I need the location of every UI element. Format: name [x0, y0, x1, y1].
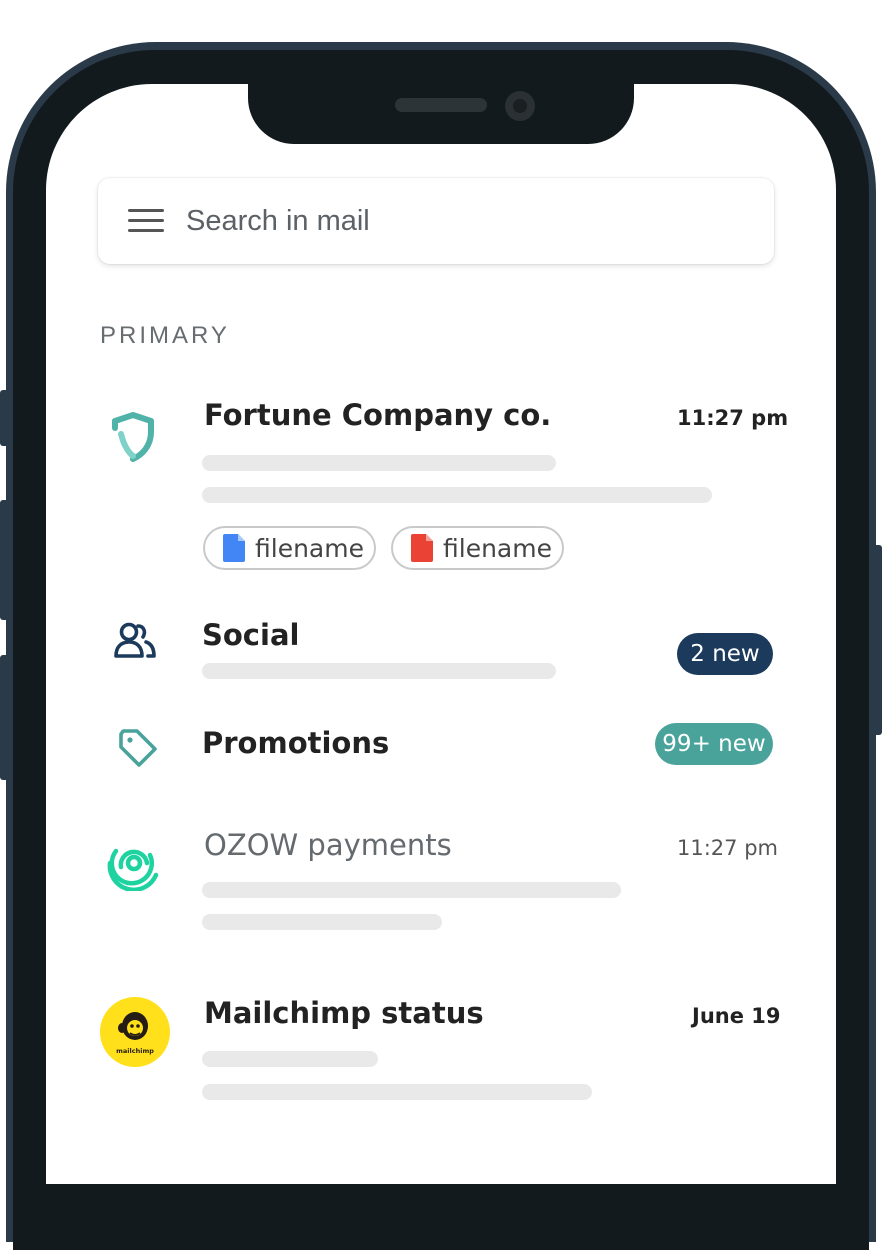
preview-line	[202, 1051, 378, 1067]
new-count-badge: 99+ new	[655, 723, 773, 765]
pdf-icon	[411, 534, 433, 562]
volume-down-button	[0, 655, 10, 780]
attachment-chip[interactable]: filename	[203, 526, 376, 570]
email-time: 11:27 pm	[677, 406, 789, 430]
preview-line	[202, 1084, 592, 1100]
people-icon	[114, 622, 156, 658]
tag-icon	[119, 729, 157, 767]
front-camera	[505, 91, 535, 121]
email-time: June 19	[692, 1004, 781, 1028]
email-sender: Fortune Company co.	[204, 398, 552, 432]
category-label: Social	[202, 618, 300, 652]
attachment-name: filename	[443, 533, 552, 563]
mailchimp-logo-icon: mailchimp	[100, 997, 170, 1067]
email-sender: OZOW payments	[204, 828, 452, 862]
document-icon	[223, 534, 245, 562]
attachment-chip[interactable]: filename	[391, 526, 564, 570]
preview-line	[202, 487, 712, 503]
section-label-primary: PRIMARY	[100, 322, 230, 349]
mute-switch	[0, 390, 10, 446]
email-time: 11:27 pm	[677, 836, 778, 860]
power-button	[872, 545, 882, 735]
preview-line	[202, 882, 621, 898]
speaker-grille	[395, 98, 487, 112]
search-bar[interactable]	[98, 178, 774, 264]
attachment-name: filename	[255, 533, 364, 563]
category-label: Promotions	[202, 726, 390, 760]
ozow-logo-icon	[107, 848, 159, 891]
mailchimp-logo-text: mailchimp	[116, 1047, 154, 1055]
volume-up-button	[0, 500, 10, 620]
new-count-badge: 2 new	[677, 633, 773, 675]
menu-icon[interactable]	[128, 209, 164, 233]
preview-line	[202, 663, 556, 679]
preview-line	[202, 455, 556, 471]
shield-icon	[112, 412, 154, 462]
search-input[interactable]	[186, 198, 746, 244]
phone-notch	[248, 84, 634, 144]
email-sender: Mailchimp status	[204, 996, 484, 1030]
preview-line	[202, 914, 442, 930]
